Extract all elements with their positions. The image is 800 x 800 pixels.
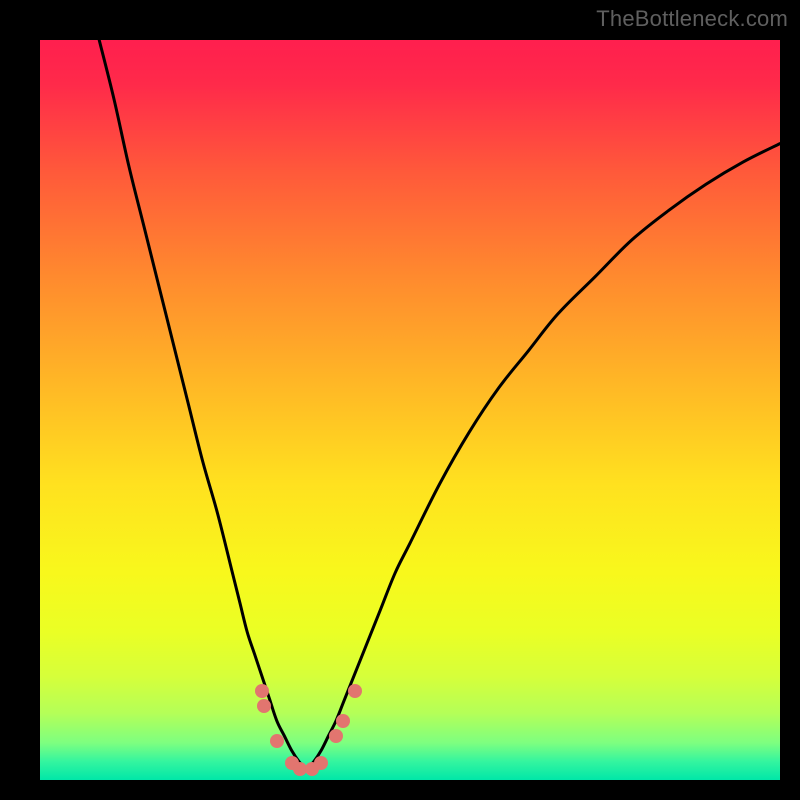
data-marker (336, 714, 350, 728)
data-marker (314, 756, 328, 770)
data-marker (270, 734, 284, 748)
plot-area (40, 40, 780, 780)
watermark-text: TheBottleneck.com (596, 6, 788, 32)
data-marker (348, 684, 362, 698)
data-marker (257, 699, 271, 713)
data-marker (329, 729, 343, 743)
chart-stage: TheBottleneck.com (0, 0, 800, 800)
marker-layer (40, 40, 780, 780)
data-marker (255, 684, 269, 698)
